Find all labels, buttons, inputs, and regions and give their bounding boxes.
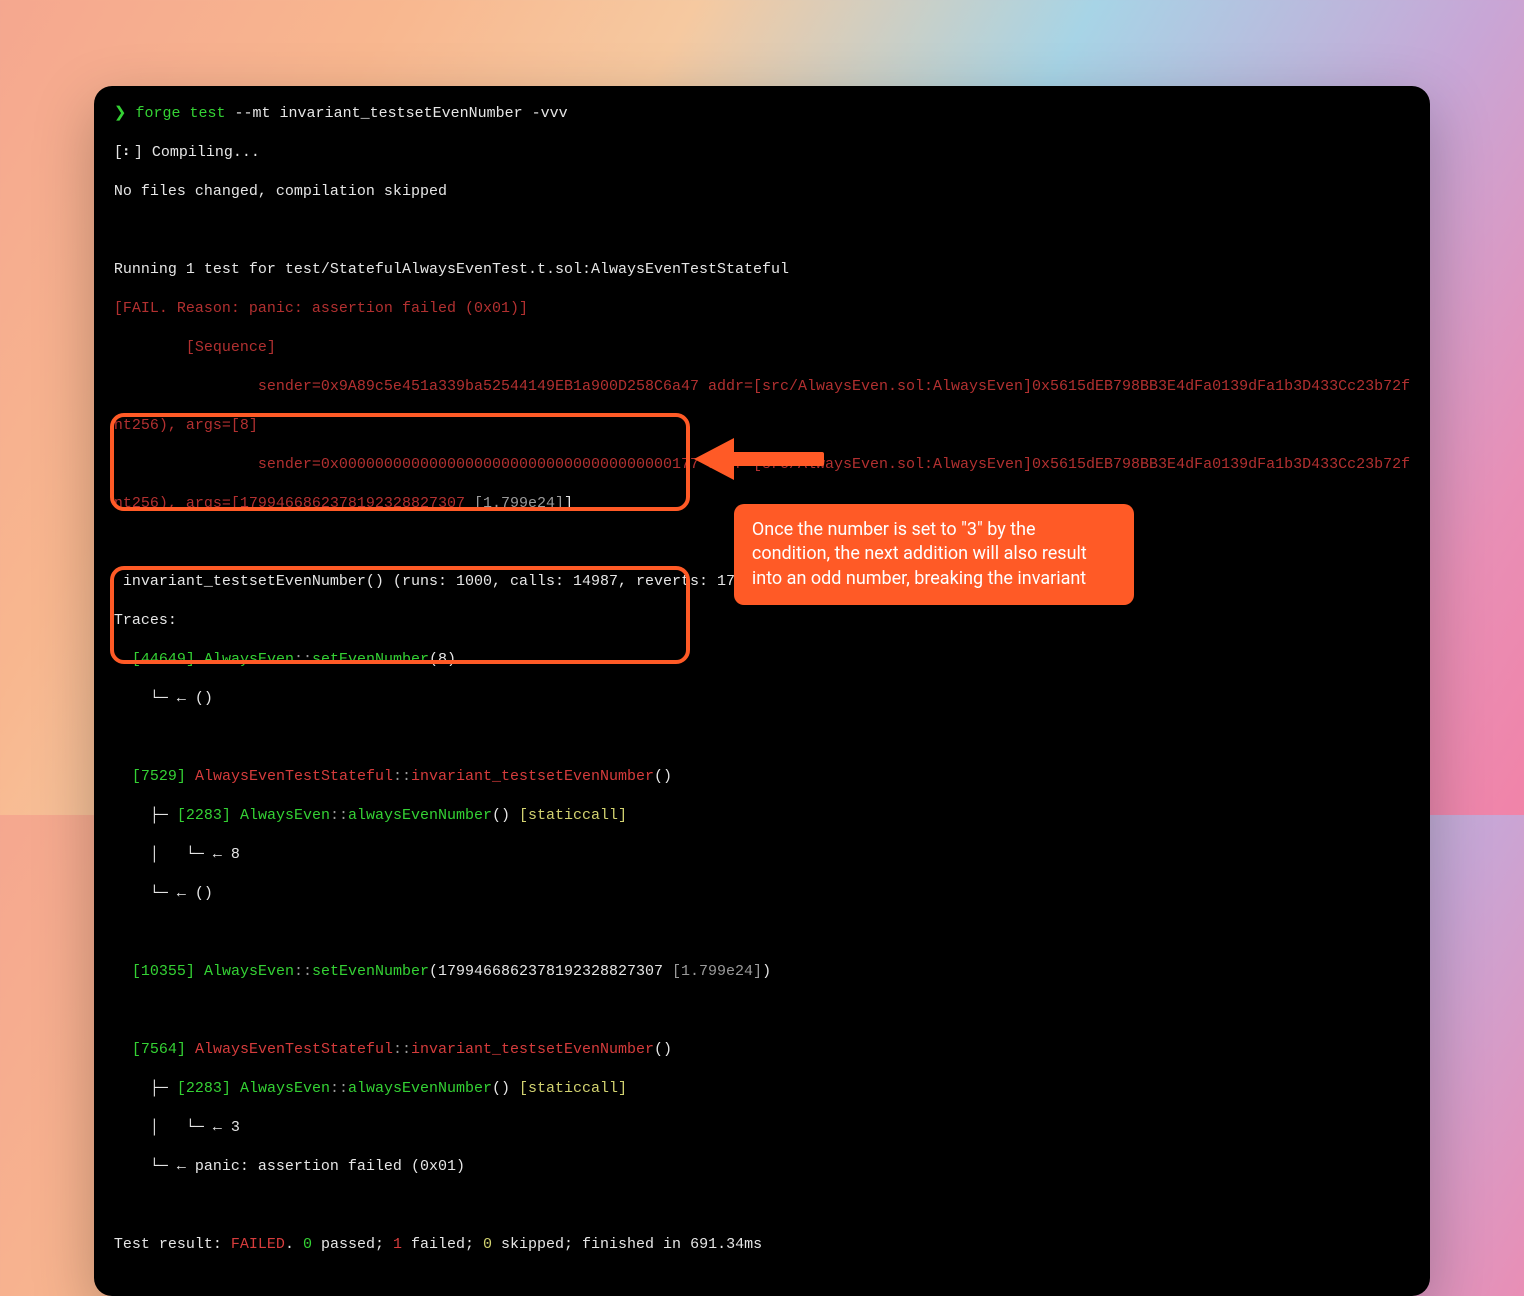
sequence-label: [Sequence] — [114, 338, 1410, 358]
traces-label: Traces: — [114, 611, 1410, 631]
cmd-sub: test — [190, 105, 226, 122]
trace-a-r1: │ └─ ← 8 — [114, 845, 1410, 865]
annotation-note: Once the number is set to "3" by the con… — [734, 504, 1134, 605]
seq-1a: sender=0x9A89c5e451a339ba52544149EB1a900… — [114, 377, 1410, 397]
trace-1: [10355] AlwaysEven::setEvenNumber(179946… — [114, 962, 1410, 982]
trace-a-r2: └─ ← () — [114, 884, 1410, 904]
terminal-output: ❯ forge test --mt invariant_testsetEvenN… — [114, 104, 1410, 1274]
seq-2a: sender=0x0000000000000000000000000000000… — [114, 455, 1410, 475]
compile-msg: No files changed, compilation skipped — [114, 182, 1410, 202]
trace-b-child: ├─ [2283] AlwaysEven::alwaysEvenNumber()… — [114, 1079, 1410, 1099]
test-result: Test result: FAILED. 0 passed; 1 failed;… — [114, 1235, 1410, 1255]
compile-spinner: [⠆] Compiling... — [114, 143, 1410, 163]
fail-reason: [FAIL. Reason: panic: assertion failed (… — [114, 299, 1410, 319]
trace-b-r2: └─ ← panic: assertion failed (0x01) — [114, 1157, 1410, 1177]
running-line: Running 1 test for test/StatefulAlwaysEv… — [114, 260, 1410, 280]
trace-0-ret: └─ ← () — [114, 689, 1410, 709]
cmd-args: --mt invariant_testsetEvenNumber -vvv — [235, 105, 568, 122]
trace-a: [7529] AlwaysEvenTestStateful::invariant… — [114, 767, 1410, 787]
prompt: ❯ — [114, 105, 127, 122]
seq-1b: nt256), args=[8] — [114, 416, 1410, 436]
trace-0: [44649] AlwaysEven::setEvenNumber(8) — [114, 650, 1410, 670]
trace-a-child: ├─ [2283] AlwaysEven::alwaysEvenNumber()… — [114, 806, 1410, 826]
cmd-bin: forge — [135, 105, 180, 122]
terminal-window: ❯ forge test --mt invariant_testsetEvenN… — [94, 86, 1430, 1296]
trace-b: [7564] AlwaysEvenTestStateful::invariant… — [114, 1040, 1410, 1060]
trace-b-r1: │ └─ ← 3 — [114, 1118, 1410, 1138]
